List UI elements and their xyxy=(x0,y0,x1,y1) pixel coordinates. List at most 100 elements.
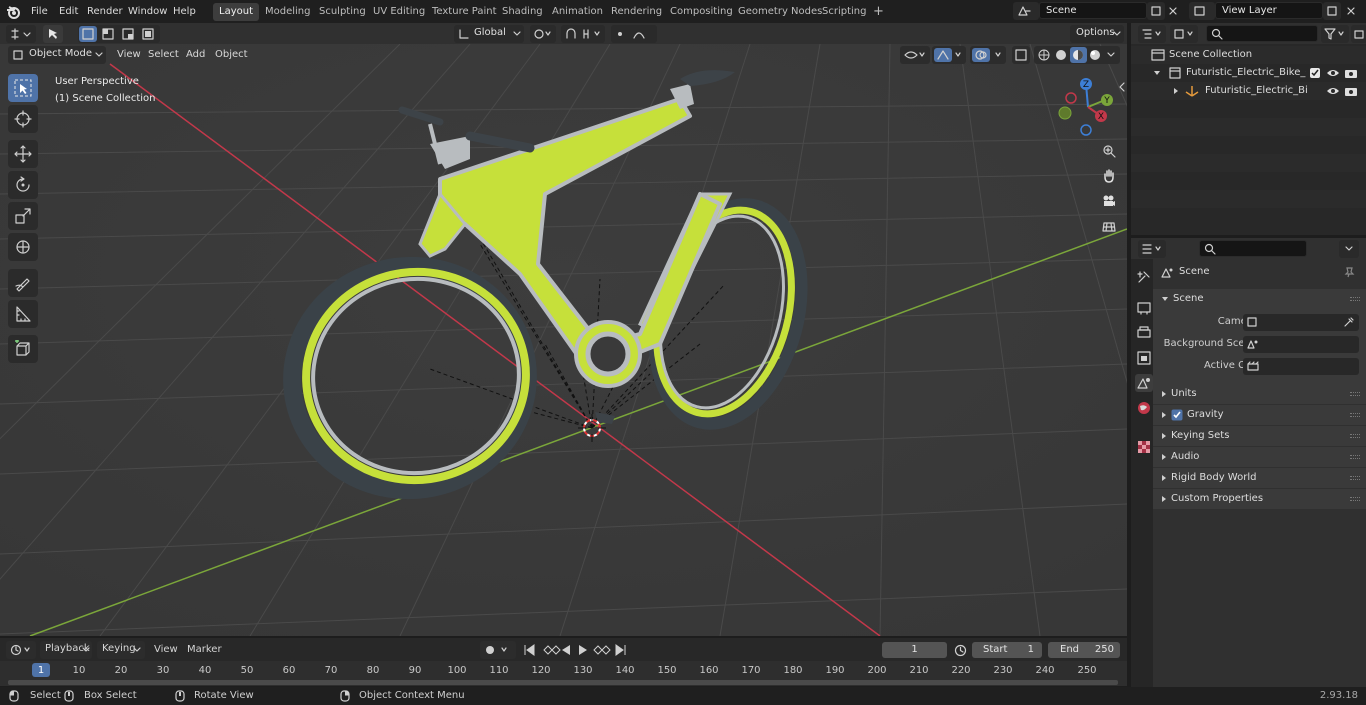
add-workspace-button[interactable]: + xyxy=(867,3,890,21)
pin-icon[interactable] xyxy=(1343,266,1355,278)
drag-grip-icon[interactable] xyxy=(1350,476,1360,480)
options-dropdown[interactable]: Options xyxy=(1070,25,1124,43)
timeline-editor-type-button[interactable] xyxy=(6,641,36,659)
menu-view[interactable]: View xyxy=(112,46,146,63)
tab-compositing[interactable]: Compositing xyxy=(664,3,739,21)
drag-grip-icon[interactable] xyxy=(1350,434,1360,438)
menu-file[interactable]: File xyxy=(26,3,53,20)
overlays-toggle[interactable] xyxy=(970,46,1006,64)
properties-options-dropdown[interactable] xyxy=(1339,240,1359,258)
selection-modes-icon[interactable] xyxy=(78,25,160,43)
section-keying-sets[interactable]: Keying Sets xyxy=(1153,426,1366,446)
close-icon[interactable] xyxy=(1346,6,1356,16)
object-mode-dropdown[interactable]: Object Mode xyxy=(8,46,106,64)
tab-texture-paint[interactable]: Texture Paint xyxy=(426,3,503,21)
menu-help[interactable]: Help xyxy=(168,3,201,20)
render-camera-icon[interactable] xyxy=(1344,67,1358,79)
view-layer-browse-button[interactable] xyxy=(1189,2,1215,20)
menu-select[interactable]: Select xyxy=(143,46,184,63)
eyedropper-icon[interactable] xyxy=(1343,316,1355,328)
start-frame-field[interactable]: Start 1 xyxy=(972,642,1042,658)
camera-field[interactable] xyxy=(1243,314,1359,331)
menu-add[interactable]: Add xyxy=(181,46,210,63)
auto-keying-toggle[interactable] xyxy=(480,641,516,659)
eye-icon[interactable] xyxy=(1326,85,1340,97)
tab-geometry-nodes[interactable]: Geometry Nodes xyxy=(732,3,828,21)
sidebar-toggle-chevron-icon[interactable] xyxy=(1118,82,1126,92)
display-mode-button[interactable] xyxy=(1170,25,1198,43)
view-layer-field[interactable]: View Layer xyxy=(1215,2,1323,19)
background-scene-field[interactable] xyxy=(1243,336,1359,353)
tab-world[interactable] xyxy=(1135,399,1153,417)
menu-window[interactable]: Window xyxy=(123,3,172,20)
scene-browse-button[interactable] xyxy=(1013,2,1039,20)
playback-dropdown[interactable]: Playback xyxy=(40,641,92,659)
active-clip-field[interactable] xyxy=(1243,358,1359,375)
outliner-row-bike-object[interactable]: Futuristic_Electric_Bike_G xyxy=(1131,82,1366,100)
tool-select-box[interactable] xyxy=(8,74,38,102)
exclude-checkbox-icon[interactable] xyxy=(1309,67,1321,79)
tool-scale[interactable] xyxy=(8,202,38,230)
drag-grip-icon[interactable] xyxy=(1350,455,1360,459)
tab-layout[interactable]: Layout xyxy=(213,3,259,21)
zoom-button[interactable] xyxy=(1098,140,1120,162)
new-scene-button[interactable] xyxy=(1147,2,1165,20)
tab-uv-editing[interactable]: UV Editing xyxy=(367,3,431,21)
tab-view-layer[interactable] xyxy=(1135,349,1153,367)
timeline-menu-marker[interactable]: Marker xyxy=(187,642,222,658)
outliner-row-scene-collection[interactable]: Scene Collection xyxy=(1131,46,1366,64)
transform-orientation-dropdown[interactable]: Global xyxy=(454,25,524,43)
outliner-search-input[interactable] xyxy=(1206,25,1318,42)
pivot-point-dropdown[interactable] xyxy=(530,25,556,43)
gravity-checkbox-icon[interactable] xyxy=(1171,409,1183,421)
editor-type-button[interactable] xyxy=(6,25,36,43)
tool-select-button[interactable] xyxy=(43,25,63,43)
tab-scripting[interactable]: Scripting xyxy=(816,3,872,21)
drag-grip-icon[interactable] xyxy=(1350,392,1360,396)
outliner-row-bike-collection[interactable]: Futuristic_Electric_Bike_Green xyxy=(1131,64,1366,82)
gizmo-toggle[interactable] xyxy=(932,46,966,64)
drag-grip-icon[interactable] xyxy=(1350,497,1360,501)
tab-render[interactable] xyxy=(1135,299,1153,317)
tool-rotate[interactable] xyxy=(8,171,38,199)
tool-measure[interactable] xyxy=(8,300,38,328)
keying-dropdown[interactable]: Keying xyxy=(97,641,145,659)
new-collection-button[interactable] xyxy=(1351,25,1366,43)
timeline-menu-view[interactable]: View xyxy=(154,642,178,658)
tool-add-cube[interactable] xyxy=(8,335,38,363)
expand-chevron-down-icon[interactable] xyxy=(1153,70,1161,76)
menu-render[interactable]: Render xyxy=(82,3,128,20)
render-camera-icon[interactable] xyxy=(1344,85,1358,97)
camera-view-button[interactable] xyxy=(1098,190,1120,212)
tab-output[interactable] xyxy=(1135,324,1153,342)
section-custom-properties[interactable]: Custom Properties xyxy=(1153,489,1366,509)
end-frame-field[interactable]: End 250 xyxy=(1048,642,1120,658)
new-view-layer-button[interactable] xyxy=(1323,2,1341,20)
toggle-ortho-button[interactable] xyxy=(1098,215,1120,237)
3d-viewport[interactable]: Object Mode View Select Add Object User … xyxy=(0,44,1127,636)
tab-scene[interactable] xyxy=(1135,374,1153,392)
navigation-gizmo[interactable]: Z Y X xyxy=(1055,74,1121,140)
filter-button[interactable] xyxy=(1321,25,1349,43)
tab-sculpting[interactable]: Sculpting xyxy=(313,3,372,21)
tab-animation[interactable]: Animation xyxy=(546,3,609,21)
outliner-editor-type-button[interactable] xyxy=(1138,25,1166,43)
tool-annotate[interactable] xyxy=(8,269,38,297)
tool-cursor[interactable] xyxy=(8,105,38,133)
visibility-dropdown[interactable] xyxy=(900,46,930,64)
pan-button[interactable] xyxy=(1098,165,1120,187)
eye-icon[interactable] xyxy=(1326,67,1340,79)
section-audio[interactable]: Audio xyxy=(1153,447,1366,467)
close-icon[interactable] xyxy=(1168,6,1178,16)
expand-chevron-right-icon[interactable] xyxy=(1173,87,1179,95)
viewport-scene[interactable] xyxy=(0,44,1127,636)
drag-grip-icon[interactable] xyxy=(1350,297,1360,301)
scene-panel-header[interactable]: Scene xyxy=(1153,289,1366,309)
tab-tool[interactable] xyxy=(1135,268,1153,286)
menu-edit[interactable]: Edit xyxy=(54,3,83,20)
section-units[interactable]: Units xyxy=(1153,384,1366,404)
properties-editor-type-button[interactable] xyxy=(1138,240,1166,258)
tab-texture[interactable] xyxy=(1135,438,1153,456)
properties-search-input[interactable] xyxy=(1199,240,1307,257)
menu-object[interactable]: Object xyxy=(210,46,253,63)
